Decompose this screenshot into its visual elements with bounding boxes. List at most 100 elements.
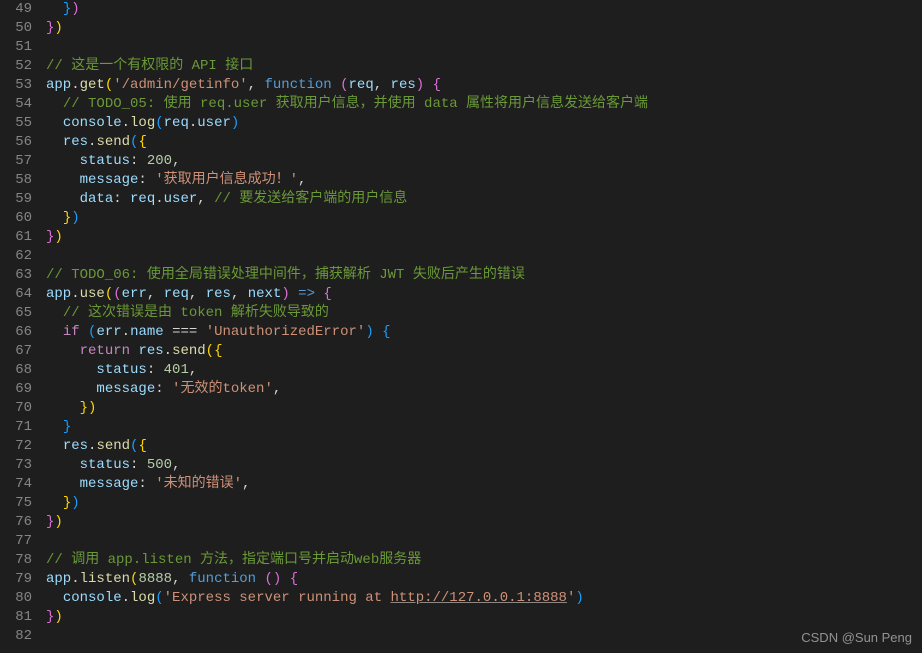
line-number: 53 [10,76,32,95]
code-line[interactable]: status: 401, [44,361,922,380]
code-token: res [63,438,88,454]
code-line[interactable]: console.log(req.user) [44,114,922,133]
line-number: 77 [10,532,32,551]
code-token: ) [281,286,289,302]
code-line[interactable]: data: req.user, // 要发送给客户端的用户信息 [44,190,922,209]
code-line[interactable] [44,247,922,266]
code-token: } [63,495,71,511]
code-token: user [197,115,231,131]
code-token: ) [71,210,79,226]
line-number: 64 [10,285,32,304]
code-line[interactable]: // 这是一个有权限的 API 接口 [44,57,922,76]
code-token: data [80,191,114,207]
code-line[interactable]: res.send({ [44,437,922,456]
code-line[interactable]: // 这次错误是由 token 解析失败导致的 [44,304,922,323]
line-number: 49 [10,0,32,19]
code-token: 401 [164,362,189,378]
line-number: 54 [10,95,32,114]
code-token: } [63,1,71,17]
code-line[interactable]: }) [44,608,922,627]
line-number: 55 [10,114,32,133]
line-number: 73 [10,456,32,475]
code-token [424,77,432,93]
code-token: res [206,286,231,302]
code-token: ) [575,590,583,606]
code-token: ) [54,514,62,530]
line-number: 81 [10,608,32,627]
code-token: { [214,343,222,359]
code-token: , [172,153,180,169]
line-number: 67 [10,342,32,361]
code-line[interactable]: app.use((err, req, res, next) => { [44,285,922,304]
code-token: 8888 [138,571,172,587]
code-token: console [63,590,122,606]
code-token: use [80,286,105,302]
code-token [290,286,298,302]
code-token: 'Express server running at [164,590,391,606]
code-line[interactable]: }) [44,19,922,38]
code-token: } [63,210,71,226]
code-line[interactable]: message: '无效的token', [44,380,922,399]
code-line[interactable]: }) [44,399,922,418]
line-number: 60 [10,209,32,228]
code-line[interactable]: if (err.name === 'UnauthorizedError') { [44,323,922,342]
code-token: err [122,286,147,302]
line-number: 74 [10,475,32,494]
code-token: . [164,343,172,359]
code-token: : [130,457,147,473]
code-line[interactable]: message: '获取用户信息成功！', [44,171,922,190]
code-line[interactable]: console.log('Express server running at h… [44,589,922,608]
code-token: // TODO_05: 使用 req.user 获取用户信息，并使用 data … [63,96,648,112]
code-token: . [122,324,130,340]
code-line[interactable]: }) [44,0,922,19]
code-line[interactable]: status: 500, [44,456,922,475]
code-token: . [155,191,163,207]
code-token: , [147,286,164,302]
code-token: ) [71,1,79,17]
code-line[interactable]: // TODO_06: 使用全局错误处理中间件，捕获解析 JWT 失败后产生的错… [44,266,922,285]
code-token: . [122,590,130,606]
code-token: // 调用 app.listen 方法，指定端口号并启动web服务器 [46,552,421,568]
code-line[interactable]: }) [44,494,922,513]
code-line[interactable]: res.send({ [44,133,922,152]
code-token: function [189,571,256,587]
line-number: 59 [10,190,32,209]
code-line[interactable]: }) [44,513,922,532]
code-line[interactable]: return res.send({ [44,342,922,361]
code-line[interactable]: status: 200, [44,152,922,171]
line-number: 65 [10,304,32,323]
code-token: return [80,343,130,359]
code-token [256,571,264,587]
code-token: : [155,381,172,397]
code-line[interactable]: app.get('/admin/getinfo', function (req,… [44,76,922,95]
code-content-area[interactable]: })}) // 这是一个有权限的 API 接口app.get('/admin/ge… [44,0,922,653]
code-line[interactable]: message: '未知的错误', [44,475,922,494]
code-token: , [172,457,180,473]
code-token: ) [88,400,96,416]
code-line[interactable]: }) [44,209,922,228]
code-line[interactable]: }) [44,228,922,247]
code-line[interactable] [44,38,922,57]
line-number: 57 [10,152,32,171]
code-token: 500 [147,457,172,473]
line-number-gutter: 4950515253545556575859606162636465666768… [0,0,44,653]
code-line[interactable]: } [44,418,922,437]
code-line[interactable] [44,627,922,646]
code-token: , [197,191,214,207]
code-token: err [96,324,121,340]
code-line[interactable]: // TODO_05: 使用 req.user 获取用户信息，并使用 data … [44,95,922,114]
code-token: , [231,286,248,302]
code-line[interactable] [44,532,922,551]
line-number: 71 [10,418,32,437]
code-token: ( [105,286,113,302]
code-token: next [248,286,282,302]
code-token: 200 [147,153,172,169]
code-editor[interactable]: 4950515253545556575859606162636465666768… [0,0,922,653]
line-number: 69 [10,380,32,399]
code-line[interactable]: // 调用 app.listen 方法，指定端口号并启动web服务器 [44,551,922,570]
code-token: status [96,362,146,378]
code-token: req [349,77,374,93]
code-token: status [80,457,130,473]
code-token: console [63,115,122,131]
code-line[interactable]: app.listen(8888, function () { [44,570,922,589]
